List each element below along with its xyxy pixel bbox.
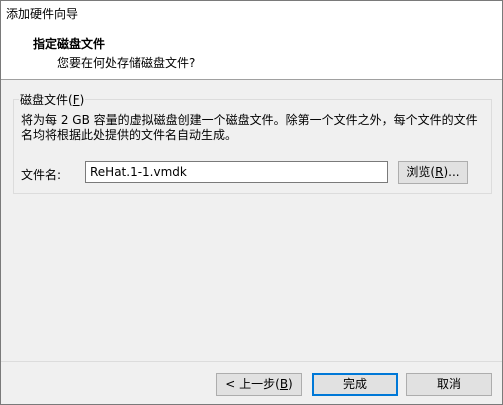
filename-input[interactable]	[85, 161, 388, 183]
browse-button[interactable]: 浏览(R)...	[398, 161, 468, 184]
disk-file-group-legend: 磁盘文件(F)	[19, 91, 86, 108]
disk-file-description: 将为每 2 GB 容量的虚拟磁盘创建一个磁盘文件。除第一个文件之外，每个文件的文…	[21, 113, 478, 142]
cancel-button[interactable]: 取消	[406, 373, 492, 396]
page-heading: 指定磁盘文件	[33, 37, 106, 51]
browse-end: )...	[443, 165, 460, 179]
back-accesskey: B	[279, 377, 289, 391]
filename-label: 文件名:	[21, 168, 62, 182]
window-title: 添加硬件向导	[6, 7, 79, 21]
footer-divider	[1, 361, 502, 362]
back-text: < 上一步(	[225, 377, 280, 391]
add-hardware-wizard-window: 添加硬件向导 指定磁盘文件 您要在何处存储磁盘文件? 磁盘文件(F) 将为每 2…	[0, 0, 503, 405]
legend-text: 磁盘文件(	[20, 93, 73, 107]
back-end: )	[288, 377, 293, 391]
page-subheading: 您要在何处存储磁盘文件?	[57, 56, 196, 70]
legend-end: )	[79, 93, 85, 107]
legend-accesskey: F	[72, 93, 80, 107]
title-bar: 添加硬件向导	[1, 1, 502, 23]
back-button[interactable]: < 上一步(B)	[216, 373, 302, 396]
finish-button[interactable]: 完成	[312, 373, 398, 396]
wizard-header: 指定磁盘文件 您要在何处存储磁盘文件?	[1, 23, 502, 80]
browse-text: 浏览(	[406, 165, 436, 179]
